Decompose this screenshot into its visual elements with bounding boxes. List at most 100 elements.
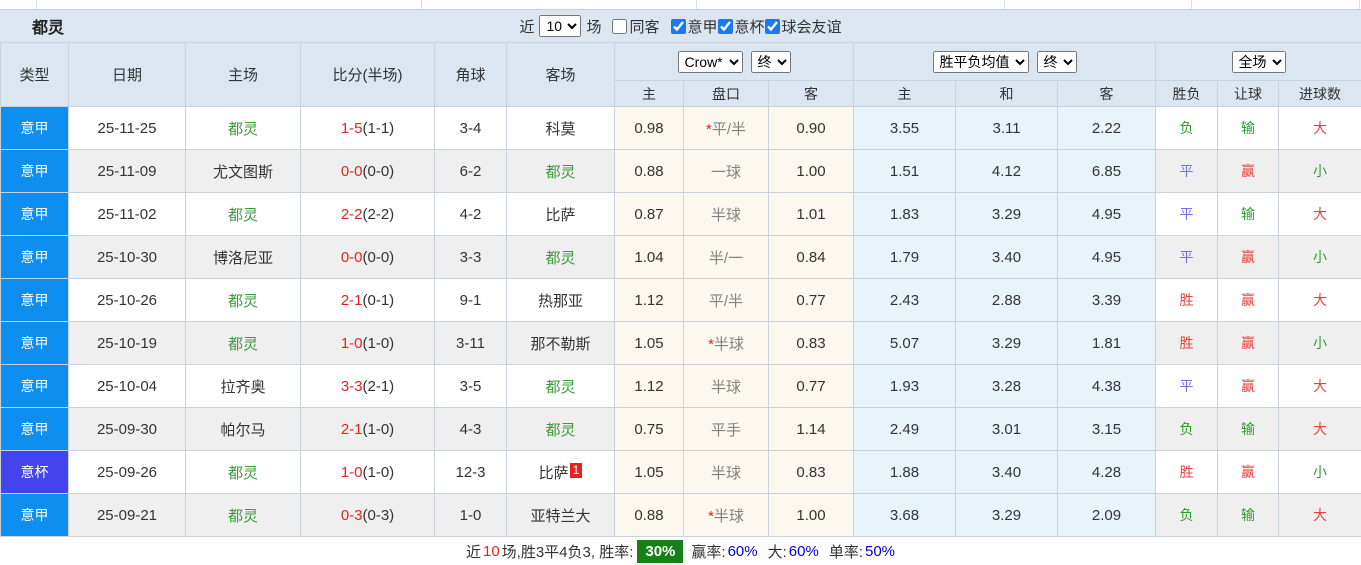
col-date: 日期 <box>69 43 186 107</box>
odds-away-cell: 1.00 <box>769 494 854 537</box>
filter-checkbox[interactable] <box>718 19 733 34</box>
avg-group-header: 胜平负均值 终 <box>854 43 1156 81</box>
halftime-score: (0-3) <box>363 507 395 524</box>
handicap-label: 平手 <box>711 422 741 439</box>
match-type-badge: 意甲 <box>1 279 69 322</box>
score-cell: 1-0(1-0) <box>301 322 435 365</box>
big-label: 大: <box>768 541 787 562</box>
odds-away-cell: 1.01 <box>769 193 854 236</box>
avg-away-cell: 3.39 <box>1058 279 1156 322</box>
same-away-checkbox[interactable] <box>612 19 627 34</box>
odds-time-select[interactable]: 终 <box>751 51 791 73</box>
date-cell: 25-10-26 <box>69 279 186 322</box>
score-cell: 3-3(2-1) <box>301 365 435 408</box>
avg-home-cell: 3.68 <box>854 494 956 537</box>
filter-toggle-0[interactable]: 意甲 <box>671 16 718 37</box>
handicap-label: 半/一 <box>709 250 743 267</box>
handicap-cell: 半球 <box>684 365 769 408</box>
result-cell: 胜 <box>1156 279 1218 322</box>
bookmaker-select[interactable]: Crow* <box>678 51 743 73</box>
goals-cell: 小 <box>1279 451 1361 494</box>
col-avg-home: 主 <box>854 81 956 107</box>
match-type-badge: 意甲 <box>1 150 69 193</box>
avg-draw-cell: 3.29 <box>956 494 1058 537</box>
avg-type-select[interactable]: 胜平负均值 <box>933 51 1029 73</box>
corner-cell: 3-5 <box>435 365 507 408</box>
match-type-badge: 意甲 <box>1 365 69 408</box>
goals-cell: 大 <box>1279 107 1361 150</box>
table-row: 意甲 25-10-30 博洛尼亚 0-0(0-0) 3-3 都灵 1.04 半/… <box>1 236 1361 279</box>
result-cell: 平 <box>1156 236 1218 279</box>
avg-home-cell: 2.49 <box>854 408 956 451</box>
col-away: 客场 <box>507 43 615 107</box>
goals-cell: 大 <box>1279 408 1361 451</box>
handicap-cell: 一球 <box>684 150 769 193</box>
corner-cell: 9-1 <box>435 279 507 322</box>
filter-toggle-1[interactable]: 意杯 <box>718 16 765 37</box>
filter-checkbox[interactable] <box>765 19 780 34</box>
fulltime-score: 0-0 <box>341 163 363 180</box>
handicap-label: 平/半 <box>709 293 743 310</box>
fulltime-score: 1-5 <box>341 120 363 137</box>
odds-away-cell: 1.00 <box>769 150 854 193</box>
col-result: 胜负 <box>1156 81 1218 107</box>
col-handicap-result: 让球 <box>1218 81 1279 107</box>
league-filters: 意甲意杯球会友谊 <box>671 16 842 37</box>
table-row: 意甲 25-09-21 都灵 0-3(0-3) 1-0 亚特兰大 0.88 *半… <box>1 494 1361 537</box>
summary-footer: 近10场,胜3平4负3, 胜率: 30% 赢率:60% 大:60% 单率:50% <box>0 537 1361 565</box>
fulltime-score: 3-3 <box>341 378 363 395</box>
col-corner: 角球 <box>435 43 507 107</box>
table-row: 意甲 25-11-09 尤文图斯 0-0(0-0) 6-2 都灵 0.88 一球… <box>1 150 1361 193</box>
match-type-badge: 意甲 <box>1 193 69 236</box>
avg-draw-cell: 3.29 <box>956 322 1058 365</box>
handicap-cell: *半球 <box>684 494 769 537</box>
handicap-label: 半球 <box>714 336 744 353</box>
home-team: 都灵 <box>186 494 301 537</box>
filter-label: 意杯 <box>735 16 765 37</box>
handicap-label: 半球 <box>711 465 741 482</box>
col-odds-home: 主 <box>615 81 684 107</box>
home-team: 都灵 <box>186 322 301 365</box>
home-team: 都灵 <box>186 193 301 236</box>
result-cell: 负 <box>1156 408 1218 451</box>
away-team: 比萨1 <box>507 451 615 494</box>
table-row: 意甲 25-10-19 都灵 1-0(1-0) 3-11 那不勒斯 1.05 *… <box>1 322 1361 365</box>
date-cell: 25-09-26 <box>69 451 186 494</box>
halftime-score: (1-0) <box>363 464 395 481</box>
avg-draw-cell: 3.29 <box>956 193 1058 236</box>
col-odds-handicap: 盘口 <box>684 81 769 107</box>
goals-cell: 小 <box>1279 322 1361 365</box>
match-type-badge: 意甲 <box>1 494 69 537</box>
filter-checkbox[interactable] <box>671 19 686 34</box>
result-cell: 平 <box>1156 193 1218 236</box>
score-cell: 0-0(0-0) <box>301 150 435 193</box>
filter-toggle-2[interactable]: 球会友谊 <box>765 16 842 37</box>
result-cell: 负 <box>1156 494 1218 537</box>
avg-time-select[interactable]: 终 <box>1037 51 1077 73</box>
halftime-score: (2-2) <box>363 206 395 223</box>
col-avg-draw: 和 <box>956 81 1058 107</box>
home-team: 都灵 <box>186 451 301 494</box>
col-avg-away: 客 <box>1058 81 1156 107</box>
filter-label: 球会友谊 <box>782 16 842 37</box>
filter-label: 意甲 <box>688 16 718 37</box>
home-team: 都灵 <box>186 279 301 322</box>
avg-home-cell: 1.51 <box>854 150 956 193</box>
match-count-select[interactable]: 10 <box>539 15 581 37</box>
halftime-score: (1-0) <box>363 421 395 438</box>
score-cell: 0-0(0-0) <box>301 236 435 279</box>
avg-draw-cell: 3.01 <box>956 408 1058 451</box>
avg-away-cell: 4.38 <box>1058 365 1156 408</box>
handicap-result-cell: 输 <box>1218 107 1279 150</box>
avg-home-cell: 5.07 <box>854 322 956 365</box>
avg-draw-cell: 3.40 <box>956 236 1058 279</box>
handicap-result-cell: 输 <box>1218 193 1279 236</box>
same-away-toggle[interactable]: 同客 <box>612 16 659 37</box>
home-team: 帕尔马 <box>186 408 301 451</box>
odds-home-cell: 0.88 <box>615 150 684 193</box>
handicap-win-label: 赢率: <box>691 541 725 562</box>
date-cell: 25-10-30 <box>69 236 186 279</box>
win-rate-box: 30% <box>637 540 683 563</box>
scope-select[interactable]: 全场 <box>1232 51 1286 73</box>
away-count-badge: 1 <box>570 463 583 478</box>
